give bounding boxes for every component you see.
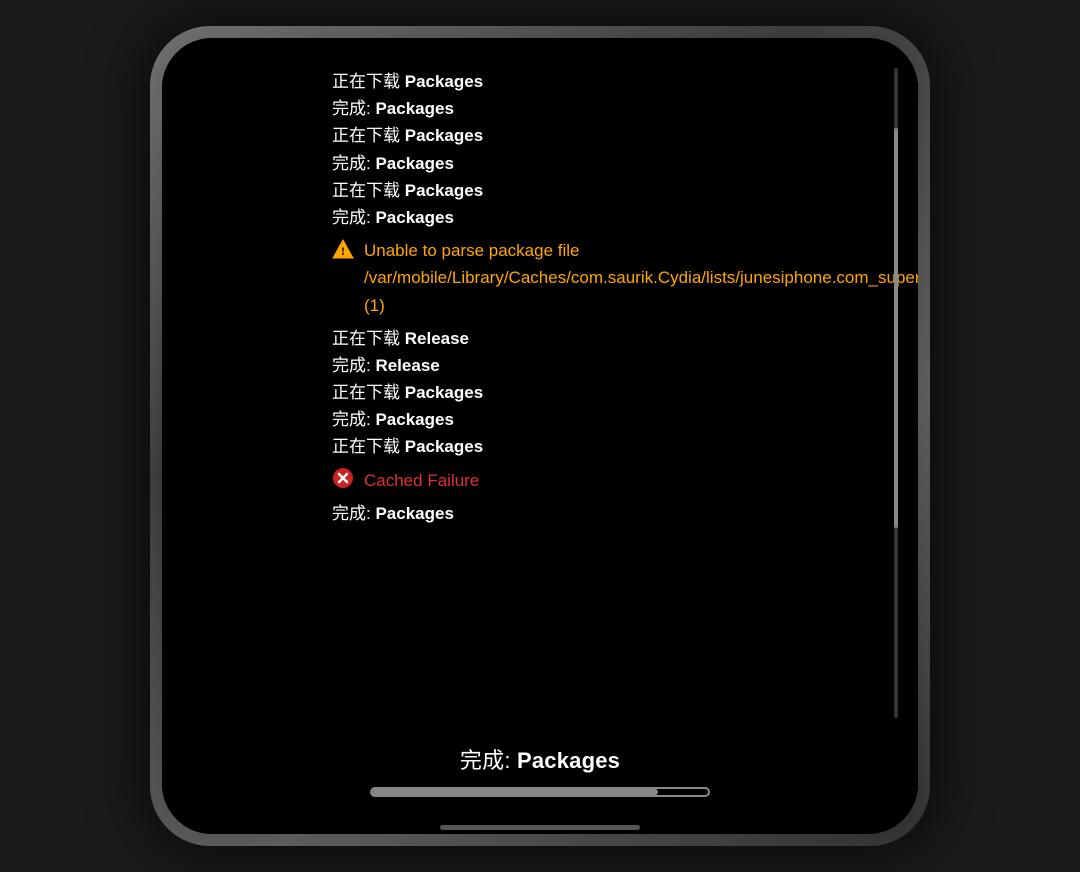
warning-text: Unable to parse package file /var/mobile… [364,237,918,319]
error-icon [332,467,354,494]
warning-icon: ! [332,239,354,264]
log-line: 完成: Release [332,352,888,379]
phone-screen: 正在下载 Packages 完成: Packages 正在下载 Packages… [162,38,918,834]
screen-content: 正在下载 Packages 完成: Packages 正在下载 Packages… [162,38,918,834]
log-line: 正在下载 Release [332,325,888,352]
log-line: 完成: Packages [332,204,888,231]
log-line: 完成: Packages [332,406,888,433]
bottom-section: 完成: Packages [162,728,918,817]
svg-text:!: ! [341,244,345,258]
warning-block: ! Unable to parse package file /var/mobi… [332,237,888,319]
log-line: 正在下载 Packages [332,433,888,460]
scrollbar-thumb [894,128,898,528]
error-block: Cached Failure [332,467,888,494]
log-line: 完成: Packages [332,95,888,122]
progress-bar [370,787,710,797]
log-line: 正在下载 Packages [332,379,888,406]
scrollbar-track[interactable] [894,68,898,718]
log-line: 完成: Packages [332,500,888,527]
home-indicator[interactable] [440,825,640,830]
status-label: 完成: Packages [460,743,620,775]
phone-frame: 正在下载 Packages 完成: Packages 正在下载 Packages… [150,26,930,846]
log-line: 正在下载 Packages [332,177,888,204]
progress-bar-fill [372,789,658,795]
log-scroll[interactable]: 正在下载 Packages 完成: Packages 正在下载 Packages… [162,58,918,728]
error-text: Cached Failure [364,467,479,494]
log-line: 正在下载 Packages [332,122,888,149]
log-area: 正在下载 Packages 完成: Packages 正在下载 Packages… [162,38,918,728]
log-line: 完成: Packages [332,150,888,177]
log-line: 正在下载 Packages [332,68,888,95]
